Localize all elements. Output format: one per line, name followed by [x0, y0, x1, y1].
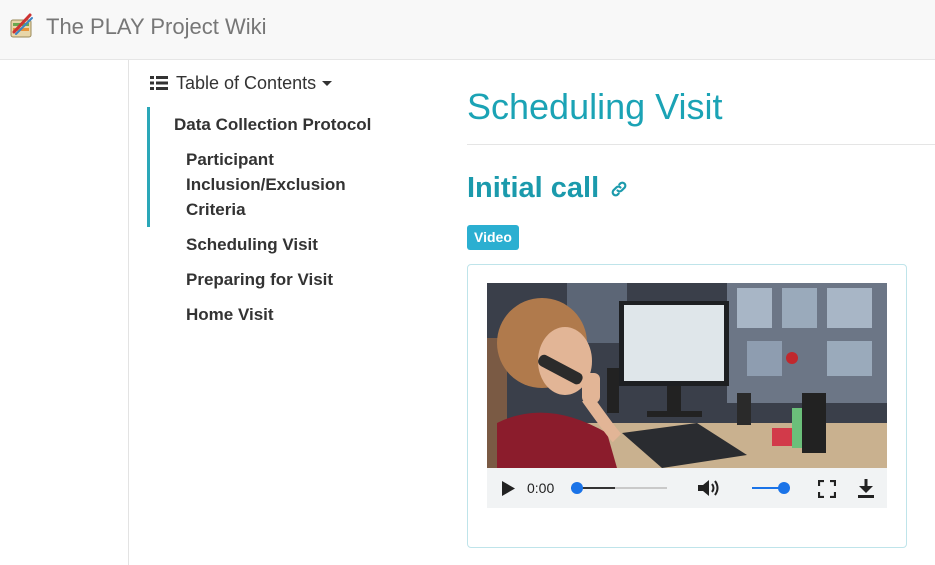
volume-slider[interactable] [752, 481, 792, 495]
toc-label: Table of Contents [176, 72, 317, 93]
volume-icon[interactable] [697, 478, 723, 498]
play-project-logo-icon[interactable] [8, 12, 36, 40]
site-title[interactable]: The PLAY Project Wiki [46, 14, 266, 40]
toc-item-participant-inclusion-exclusion[interactable]: Participant Inclusion/Exclusion Criteria [186, 147, 386, 222]
toc-item-scheduling-visit[interactable]: Scheduling Visit [186, 232, 386, 257]
video-controls: 0:00 [487, 468, 887, 508]
video-player[interactable] [487, 283, 887, 468]
toc-active-indicator [147, 107, 150, 227]
video-current-time: 0:00 [527, 480, 555, 496]
link-icon[interactable] [609, 179, 629, 199]
site-header: The PLAY Project Wiki [0, 0, 935, 60]
list-icon [150, 76, 168, 90]
left-rail-divider [128, 60, 129, 565]
section-heading-text: Initial call [467, 172, 600, 204]
toc-item-home-visit[interactable]: Home Visit [186, 302, 386, 327]
section-heading: Initial call [467, 172, 629, 205]
fullscreen-icon[interactable] [818, 480, 836, 498]
toc-item-data-collection-protocol[interactable]: Data Collection Protocol [174, 112, 371, 137]
play-icon[interactable] [500, 480, 516, 497]
page-title: Scheduling Visit [467, 86, 723, 127]
toc-item-preparing-for-visit[interactable]: Preparing for Visit [186, 267, 386, 292]
download-icon[interactable] [856, 478, 876, 498]
video-badge: Video [467, 225, 519, 250]
video-thumbnail [487, 283, 887, 468]
title-divider [467, 144, 935, 145]
caret-down-icon [322, 80, 333, 86]
video-progress-slider[interactable] [571, 481, 671, 495]
toc-toggle[interactable]: Table of Contents [150, 72, 333, 94]
